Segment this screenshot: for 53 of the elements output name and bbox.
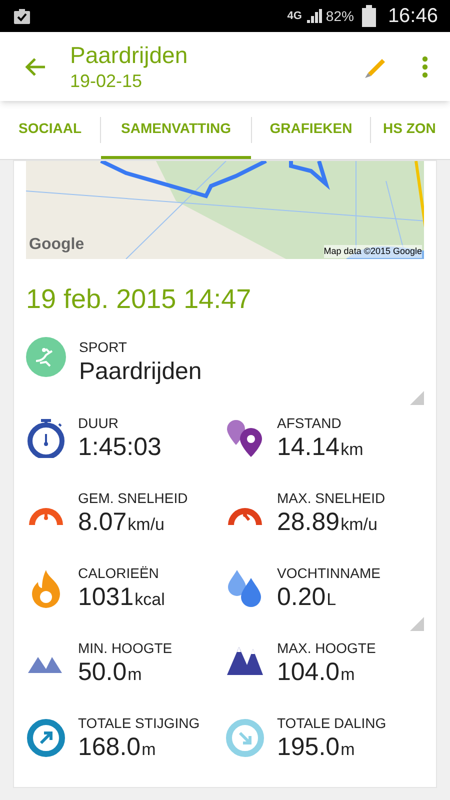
stat-label: VOCHTINNAME — [277, 564, 380, 582]
location-pins-icon — [225, 418, 265, 458]
clipboard-check-icon — [12, 7, 32, 25]
stat-label: CALORIEËN — [78, 564, 160, 582]
stat-label: MAX. HOOGTE — [277, 638, 376, 657]
activity-start-time: 19 feb. 2015 14:47 — [26, 283, 252, 315]
stat-value: 50.0 — [78, 656, 127, 687]
descent-circle-icon — [225, 718, 265, 758]
stat-value: 1:45:03 — [78, 432, 162, 462]
ascent-circle-icon — [26, 718, 66, 758]
tab[interactable]: SOCIAAL — [0, 101, 100, 159]
stat-unit: m — [340, 664, 355, 686]
stat-value: 14.14 — [277, 432, 340, 462]
tab[interactable]: GRAFIEKEN — [252, 101, 370, 159]
stat-unit: km — [340, 438, 364, 461]
stat-value: 28.89 — [277, 506, 340, 537]
map-logo: Google — [29, 235, 84, 255]
dropdown-corner-icon — [410, 391, 424, 405]
stat-value: 168.0 — [78, 732, 141, 762]
stat-unit: m — [128, 664, 142, 686]
screen-title: Paardrijden — [70, 40, 189, 68]
stat-unit: km/u — [340, 514, 378, 536]
sport-value: Paardrijden — [79, 357, 202, 387]
stat-label: TOTALE STIJGING — [78, 714, 200, 732]
stat-label: GEM. SNELHEID — [78, 488, 188, 507]
stat-label: TOTALE DALING — [277, 714, 386, 732]
stat-value: 1031 — [78, 582, 134, 612]
network-type: 4G — [287, 8, 302, 24]
tab[interactable]: HS ZON — [371, 101, 450, 159]
stat-label: DUUR — [78, 414, 120, 432]
field-label: SPORT — [79, 338, 128, 357]
stat-unit: m — [340, 738, 355, 761]
more-vertical-icon — [422, 56, 428, 78]
stat-unit: kcal — [134, 588, 165, 611]
stat-label: MAX. SNELHEID — [277, 488, 386, 507]
back-arrow-icon — [24, 56, 46, 76]
stat-unit: km/u — [128, 514, 165, 536]
stat-unit: L — [326, 588, 336, 611]
stat-value: 195.0 — [277, 732, 340, 762]
battery-icon — [362, 5, 376, 27]
stat-value: 0.20 — [277, 582, 326, 612]
stat-label: AFSTAND — [277, 414, 342, 432]
map-attribution: Map data ©2015 Google — [324, 244, 422, 258]
stopwatch-icon — [26, 418, 66, 458]
signal-icon — [306, 8, 322, 24]
stat-label: MIN. HOOGTE — [78, 638, 172, 657]
clock: 16:46 — [388, 4, 438, 29]
dropdown-corner-icon — [410, 617, 424, 631]
stat-unit: m — [142, 738, 156, 761]
stat-value: 8.07 — [78, 506, 127, 537]
stat-value: 104.0 — [277, 656, 340, 687]
screen-subtitle: 19-02-15 — [70, 70, 144, 92]
battery-percentage: 82% — [326, 6, 354, 26]
